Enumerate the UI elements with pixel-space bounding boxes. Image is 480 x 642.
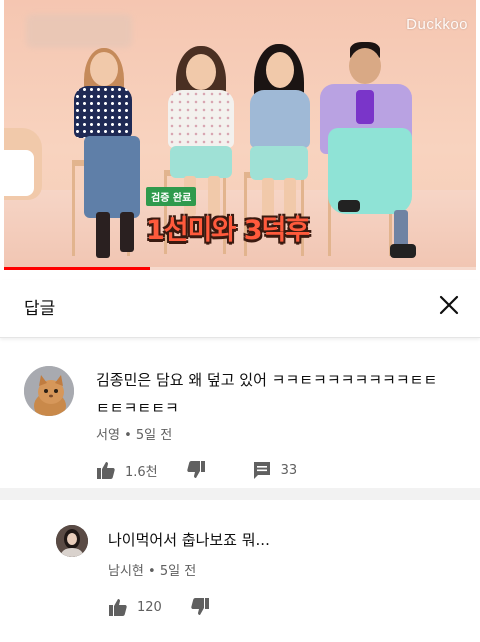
video-caption: 검증 완료 1선미와 3덕후 xyxy=(146,186,310,247)
thumbs-down-icon xyxy=(191,598,209,615)
blurred-logo xyxy=(26,14,132,48)
comment-time: 5일 전 xyxy=(159,564,197,579)
comment-icon xyxy=(253,462,270,479)
panel-title: 답글 xyxy=(24,299,56,319)
channel-watermark: Duckkoo xyxy=(406,16,468,33)
close-icon[interactable] xyxy=(436,292,462,318)
meta-separator: • xyxy=(124,428,136,443)
avatar[interactable] xyxy=(24,366,74,416)
like-button[interactable]: 1.6천 xyxy=(96,460,158,480)
thumbs-up-icon xyxy=(97,462,115,479)
comment-text: 김종민은 담요 왜 덮고 있어 ㅋㅋㅌㅋㅋㅋㅋㅋㅋㅋㅌㅌ ㅌㅌㅋㅌㅌㅋ xyxy=(96,366,468,422)
profile-avatar-icon xyxy=(56,525,88,557)
dislike-button[interactable] xyxy=(190,597,210,617)
section-divider xyxy=(0,488,480,500)
comment-time: 5일 전 xyxy=(135,428,173,443)
comment-text-line-1: 김종민은 담요 왜 덮고 있어 ㅋㅋㅌㅋㅋㅋㅋㅋㅋㅋㅌㅌ xyxy=(96,371,438,389)
like-count: 120 xyxy=(137,599,162,615)
reply-count-button[interactable]: 33 xyxy=(252,460,298,480)
meta-separator: • xyxy=(148,564,160,579)
video-player[interactable]: Duckkoo 검증 완료 1선미와 3덕후 xyxy=(4,0,476,270)
avatar[interactable] xyxy=(56,525,88,557)
author-name[interactable]: 남시현 xyxy=(108,564,144,579)
reply-text: 나이먹어서 춥나보죠 뭐... xyxy=(108,531,270,549)
like-button[interactable]: 120 xyxy=(108,597,162,617)
comment-actions: 1.6천 33 xyxy=(96,460,297,480)
comment-main: 김종민은 담요 왜 덮고 있어 ㅋㅋㅌㅋㅋㅋㅋㅋㅋㅋㅌㅌ ㅌㅌㅋㅌㅌㅋ 서영 •… xyxy=(0,338,480,488)
thumbs-up-icon xyxy=(109,599,127,616)
reply-count: 33 xyxy=(280,462,298,478)
comment-meta: 서영 • 5일 전 xyxy=(96,424,172,443)
caption-badge: 검증 완료 xyxy=(146,187,197,206)
progress-fill[interactable] xyxy=(4,267,151,270)
reply-meta: 남시현 • 5일 전 xyxy=(108,560,196,579)
caption-main-text: 1선미와 3덕후 xyxy=(146,215,310,246)
comment-text-line-2: ㅌㅌㅋㅌㅌㅋ xyxy=(96,399,179,417)
app-root: Duckkoo 검증 완료 1선미와 3덕후 답글 김종민은 담요 왜 덮고 있… xyxy=(0,0,480,642)
reply-comment: 나이먹어서 춥나보죠 뭐... 남시현 • 5일 전 120 xyxy=(0,500,480,642)
dislike-button[interactable] xyxy=(186,460,206,480)
author-name[interactable]: 서영 xyxy=(96,428,120,443)
replies-header: 답글 xyxy=(0,280,480,338)
like-count: 1.6천 xyxy=(125,464,158,480)
thumbs-down-icon xyxy=(186,461,205,478)
reply-actions: 120 xyxy=(108,597,210,617)
cat-avatar-icon xyxy=(24,366,74,416)
